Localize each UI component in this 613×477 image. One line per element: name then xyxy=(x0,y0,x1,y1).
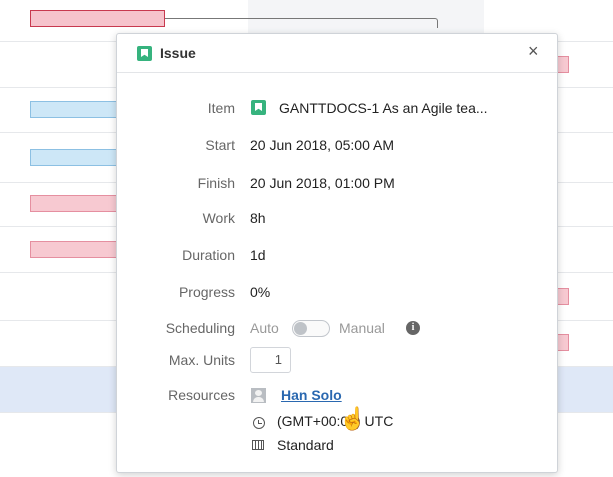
duration-value: 1d xyxy=(250,247,266,263)
avatar-icon xyxy=(251,388,266,403)
item-value[interactable]: GANTTDOCS-1 As an Agile tea... xyxy=(279,100,488,116)
task-bar[interactable] xyxy=(30,195,120,212)
duration-label: Duration xyxy=(182,247,235,263)
issue-icon xyxy=(137,46,152,61)
start-label: Start xyxy=(205,137,235,153)
dependency-line xyxy=(165,18,438,28)
progress-value: 0% xyxy=(250,284,271,300)
calendar-icon xyxy=(252,440,264,450)
work-label: Work xyxy=(202,210,235,226)
scheduling-toggle[interactable] xyxy=(292,320,330,337)
issue-popup: Issue × Item GANTTDOCS-1 As an Agile tea… xyxy=(116,33,558,473)
finish-label: Finish xyxy=(197,175,235,191)
issue-icon xyxy=(251,100,266,115)
task-bar[interactable] xyxy=(30,149,120,166)
info-icon[interactable]: i xyxy=(406,321,420,335)
task-bar[interactable] xyxy=(30,101,120,118)
finish-value: 20 Jun 2018, 01:00 PM xyxy=(250,175,395,191)
work-value: 8h xyxy=(250,210,266,226)
close-icon[interactable]: × xyxy=(528,41,539,62)
resource-calendar: Standard xyxy=(277,437,334,453)
resources-label: Resources xyxy=(168,387,235,403)
task-bar[interactable] xyxy=(30,241,120,258)
item-label: Item xyxy=(207,100,235,116)
popup-title: Issue xyxy=(160,45,196,61)
scheduling-manual-label: Manual xyxy=(339,320,385,336)
task-bar[interactable] xyxy=(30,10,165,27)
start-value: 20 Jun 2018, 05:00 AM xyxy=(250,137,394,153)
scheduling-label: Scheduling xyxy=(165,320,235,336)
hand-cursor-icon: ☝ xyxy=(339,406,367,431)
max-units-input[interactable]: 1 xyxy=(250,347,291,373)
popup-header: Issue × xyxy=(117,34,557,73)
resource-name-link[interactable]: Han Solo xyxy=(281,387,342,403)
scheduling-auto-label: Auto xyxy=(250,320,279,336)
progress-label: Progress xyxy=(178,284,235,300)
max-units-label: Max. Units xyxy=(168,352,235,368)
resource-timezone: (GMT+00:00) UTC xyxy=(277,413,394,429)
clock-icon xyxy=(253,417,265,429)
